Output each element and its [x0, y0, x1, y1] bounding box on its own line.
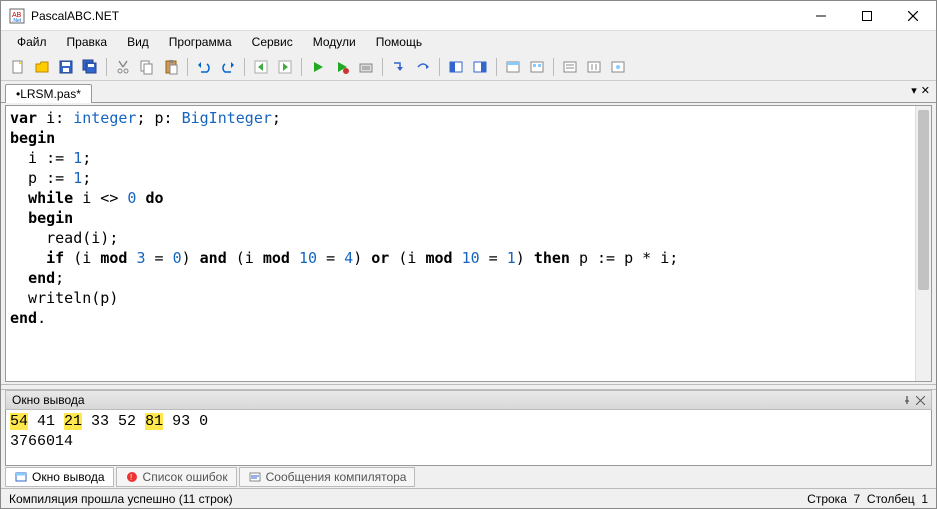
menu-file[interactable]: Файл — [9, 33, 55, 51]
menu-edit[interactable]: Правка — [59, 33, 116, 51]
bottom-tab-output[interactable]: Окно вывода — [5, 467, 114, 487]
close-panel-icon[interactable] — [916, 396, 925, 405]
undo-button[interactable] — [193, 56, 215, 78]
tab-controls: ▾ ✕ — [911, 84, 930, 97]
window2-button[interactable] — [526, 56, 548, 78]
cursor-position: Строка 7 Столбец 1 — [807, 492, 928, 506]
tabbar: •LRSM.pas* ▾ ✕ — [1, 81, 936, 103]
menu-modules[interactable]: Модули — [305, 33, 364, 51]
bottom-tab-label: Список ошибок — [143, 470, 228, 484]
toolbar-sep — [244, 58, 245, 76]
save-all-button[interactable] — [79, 56, 101, 78]
tool3-button[interactable] — [559, 56, 581, 78]
output-line-1: 54 41 21 33 52 81 93 0 — [10, 412, 927, 432]
code-content: var i: integer; p: BigInteger; begin i :… — [6, 106, 931, 330]
new-file-button[interactable] — [7, 56, 29, 78]
toolbar-sep — [439, 58, 440, 76]
minimize-button[interactable] — [798, 1, 844, 31]
save-button[interactable] — [55, 56, 77, 78]
step-over-button[interactable] — [412, 56, 434, 78]
bottom-tab-label: Сообщения компилятора — [266, 470, 407, 484]
editor-tab[interactable]: •LRSM.pas* — [5, 84, 92, 103]
scrollbar-thumb[interactable] — [918, 110, 929, 290]
toolbar-sep — [496, 58, 497, 76]
code-editor[interactable]: var i: integer; p: BigInteger; begin i :… — [5, 105, 932, 382]
titlebar: AB.Net PascalABC.NET — [1, 1, 936, 31]
window1-button[interactable] — [502, 56, 524, 78]
menu-program[interactable]: Программа — [161, 33, 240, 51]
tool5-button[interactable] — [607, 56, 629, 78]
panel1-button[interactable] — [445, 56, 467, 78]
svg-text:.Net: .Net — [12, 18, 22, 24]
cut-button[interactable] — [112, 56, 134, 78]
status-message: Компиляция прошла успешно (11 строк) — [9, 492, 233, 506]
tab-close-icon[interactable]: ✕ — [921, 84, 930, 97]
menu-service[interactable]: Сервис — [244, 33, 301, 51]
compiler-messages-icon — [248, 470, 262, 484]
svg-text:!: ! — [130, 473, 132, 482]
tool4-button[interactable] — [583, 56, 605, 78]
open-file-button[interactable] — [31, 56, 53, 78]
statusbar: Компиляция прошла успешно (11 строк) Стр… — [1, 488, 936, 508]
compile-button[interactable] — [355, 56, 377, 78]
redo-button[interactable] — [217, 56, 239, 78]
tab-label: •LRSM.pas* — [16, 87, 81, 101]
toolbar-sep — [382, 58, 383, 76]
maximize-button[interactable] — [844, 1, 890, 31]
copy-button[interactable] — [136, 56, 158, 78]
output-line-2: 3766014 — [10, 432, 927, 452]
menu-view[interactable]: Вид — [119, 33, 157, 51]
tab-dropdown-icon[interactable]: ▾ — [911, 84, 917, 97]
nav-forward-button[interactable] — [274, 56, 296, 78]
panel2-button[interactable] — [469, 56, 491, 78]
close-button[interactable] — [890, 1, 936, 31]
bottom-tabs: Окно вывода ! Список ошибок Сообщения ко… — [1, 466, 936, 488]
pin-icon[interactable] — [902, 395, 912, 405]
editor-scrollbar[interactable] — [915, 106, 931, 381]
step-into-button[interactable] — [388, 56, 410, 78]
window-title: PascalABC.NET — [31, 9, 798, 23]
menubar: Файл Правка Вид Программа Сервис Модули … — [1, 31, 936, 53]
nav-back-button[interactable] — [250, 56, 272, 78]
run-debug-button[interactable] — [331, 56, 353, 78]
bottom-tab-label: Окно вывода — [32, 470, 105, 484]
toolbar-sep — [187, 58, 188, 76]
paste-button[interactable] — [160, 56, 182, 78]
toolbar — [1, 53, 936, 81]
bottom-tab-messages[interactable]: Сообщения компилятора — [239, 467, 416, 487]
output-pane[interactable]: 54 41 21 33 52 81 93 0 3766014 — [5, 410, 932, 466]
app-icon: AB.Net — [9, 8, 25, 24]
output-title: Окно вывода — [12, 393, 85, 407]
menu-help[interactable]: Помощь — [368, 33, 430, 51]
toolbar-sep — [553, 58, 554, 76]
output-window-icon — [14, 470, 28, 484]
error-list-icon: ! — [125, 470, 139, 484]
toolbar-sep — [301, 58, 302, 76]
toolbar-sep — [106, 58, 107, 76]
run-button[interactable] — [307, 56, 329, 78]
bottom-tab-errors[interactable]: ! Список ошибок — [116, 467, 237, 487]
output-panel-header: Окно вывода — [5, 390, 932, 410]
